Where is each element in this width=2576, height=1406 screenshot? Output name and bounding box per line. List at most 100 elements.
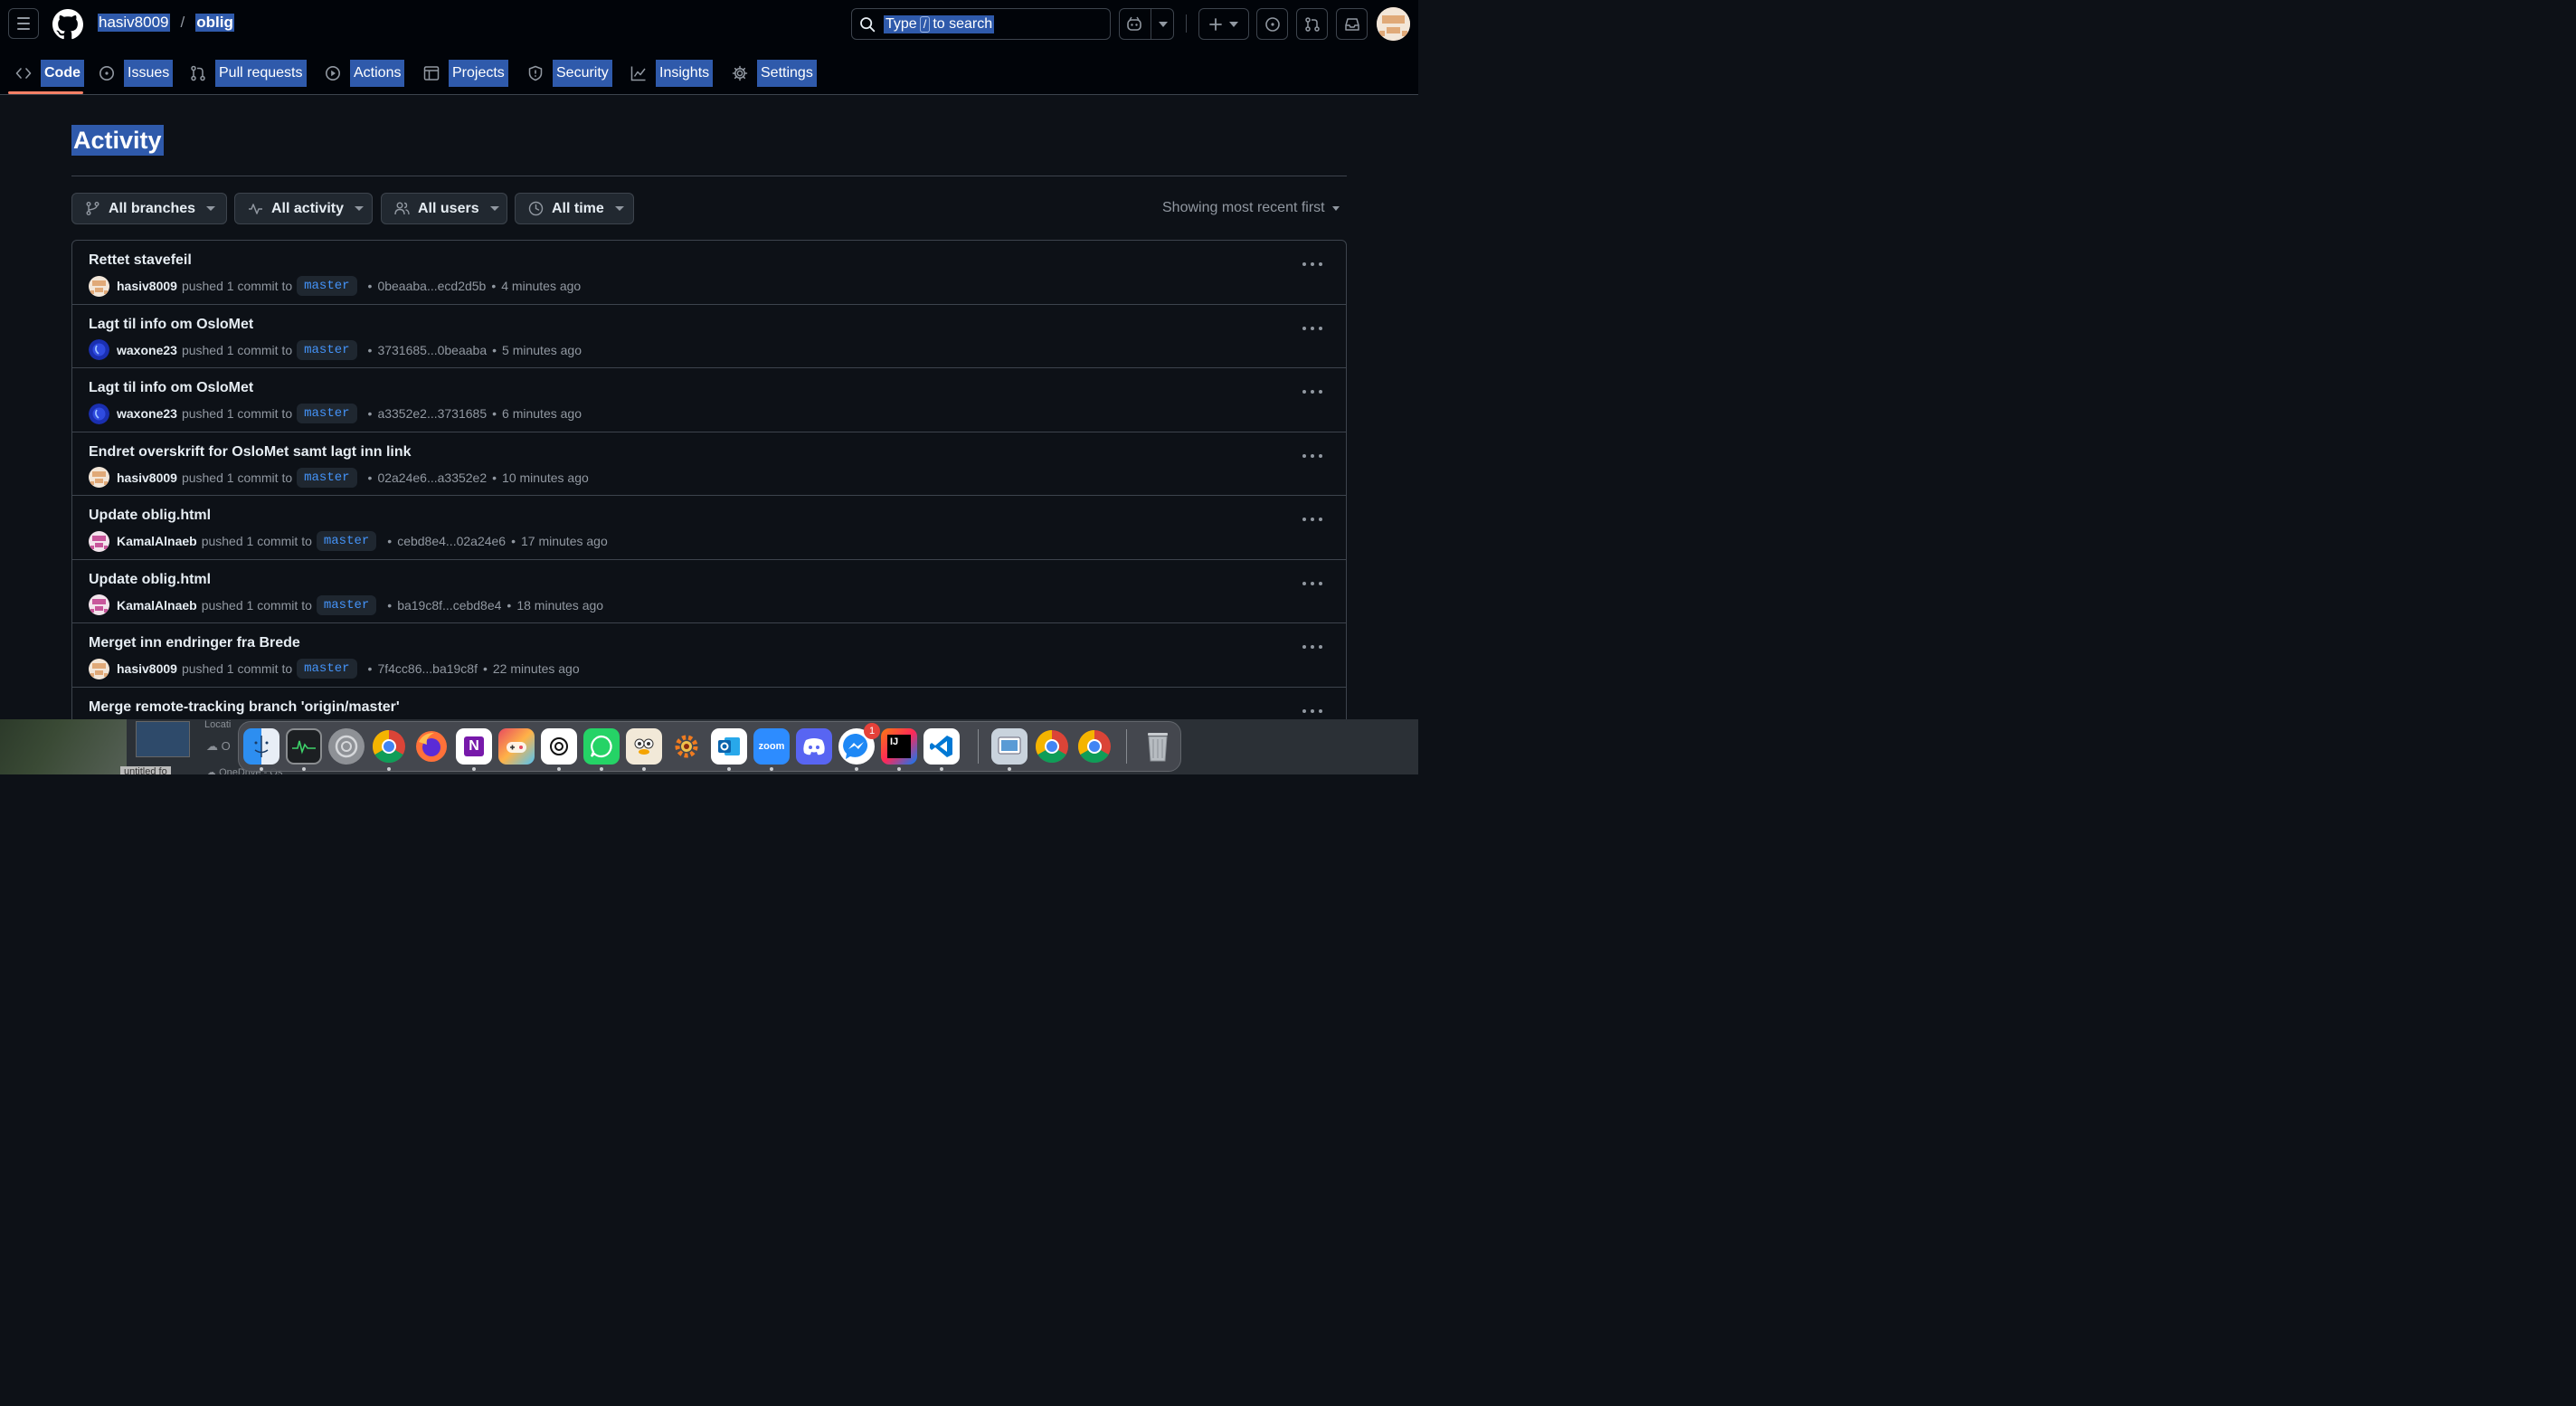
activity-user-link[interactable]: hasiv8009	[117, 661, 177, 676]
search-input[interactable]: Type / to search	[851, 8, 1111, 40]
create-new-button[interactable]	[1198, 8, 1249, 40]
avatar[interactable]	[89, 467, 109, 488]
avatar[interactable]	[89, 530, 109, 552]
sort-dropdown[interactable]: Showing most recent first	[1162, 200, 1340, 216]
kebab-menu-icon[interactable]	[1302, 704, 1322, 718]
breadcrumb-owner-link[interactable]: hasiv8009	[98, 14, 170, 32]
branch-label[interactable]: master	[297, 659, 357, 679]
activity-user-link[interactable]: waxone23	[117, 343, 177, 357]
branch-label[interactable]: master	[297, 467, 357, 488]
tab-actions[interactable]: Actions	[325, 60, 405, 87]
users-filter-dropdown[interactable]: All users	[381, 193, 507, 224]
finder-cloud-item[interactable]: ☁ O	[206, 739, 231, 754]
activity-title[interactable]: Endret overskrift for OsloMet samt lagt …	[89, 443, 412, 461]
user-avatar[interactable]	[1377, 7, 1410, 41]
disk-diag-icon[interactable]	[668, 728, 705, 765]
activity-row[interactable]: Endret overskrift for OsloMet samt lagt …	[72, 432, 1346, 496]
activity-filter-dropdown[interactable]: All activity	[234, 193, 373, 224]
kebab-menu-icon[interactable]	[1302, 449, 1322, 463]
firefox-icon[interactable]	[413, 728, 450, 765]
activity-title[interactable]: Merget inn endringer fra Brede	[89, 634, 300, 652]
avatar[interactable]	[89, 594, 109, 615]
desktop-file-thumbnail[interactable]	[136, 721, 190, 757]
tab-projects[interactable]: Projects	[423, 60, 508, 87]
issues-button[interactable]	[1256, 8, 1288, 40]
discord-icon[interactable]	[796, 728, 832, 765]
branch-label[interactable]: master	[297, 339, 357, 360]
games-icon[interactable]	[498, 728, 535, 765]
activity-row[interactable]: Rettet stavefeil hasiv8009 pushed 1 commit…	[72, 241, 1346, 305]
chrome-icon-3[interactable]	[1076, 728, 1113, 765]
tab-settings[interactable]: Settings	[732, 60, 817, 87]
commit-range-link[interactable]: 02a24e6...a3352e2	[377, 470, 487, 485]
whatsapp-icon[interactable]	[583, 728, 620, 765]
branch-label[interactable]: master	[316, 594, 377, 615]
trash-icon[interactable]	[1140, 728, 1176, 765]
chrome-icon[interactable]	[371, 728, 407, 765]
activity-user-link[interactable]: hasiv8009	[117, 470, 177, 485]
messenger-icon[interactable]: 1	[838, 723, 880, 765]
tab-pull-requests[interactable]: Pull requests	[190, 60, 307, 87]
commit-range-link[interactable]: ba19c8f...cebd8e4	[397, 598, 501, 613]
avatar[interactable]	[89, 658, 109, 679]
cyberduck-icon[interactable]	[626, 728, 662, 765]
time-filter-dropdown[interactable]: All time	[515, 193, 634, 224]
activity-row[interactable]: Update oblig.html KamalAlnaeb pushed 1 com…	[72, 496, 1346, 560]
kebab-menu-icon[interactable]	[1302, 321, 1322, 336]
activity-user-link[interactable]: hasiv8009	[117, 279, 177, 293]
activity-title[interactable]: Lagt til info om OsloMet	[89, 379, 253, 397]
activity-title[interactable]: Update oblig.html	[89, 571, 211, 589]
vscode-icon[interactable]	[923, 728, 960, 765]
tab-code[interactable]: Code	[15, 60, 84, 87]
activity-row[interactable]: Update oblig.html KamalAlnaeb pushed 1 com…	[72, 560, 1346, 623]
copilot-menu-button[interactable]	[1119, 8, 1174, 40]
onenote-icon[interactable]: N	[456, 728, 492, 765]
activity-monitor-icon[interactable]	[286, 728, 322, 765]
branch-label[interactable]: master	[297, 276, 357, 296]
menu-button[interactable]	[8, 8, 39, 39]
activity-user-link[interactable]: KamalAlnaeb	[117, 534, 197, 548]
branch-label[interactable]: master	[316, 531, 377, 551]
chatgpt-icon[interactable]	[541, 728, 577, 765]
outlook-icon[interactable]	[711, 728, 747, 765]
avatar[interactable]	[89, 403, 109, 424]
kebab-menu-icon[interactable]	[1302, 257, 1322, 271]
kebab-menu-icon[interactable]	[1302, 640, 1322, 654]
activity-user-link[interactable]: waxone23	[117, 406, 177, 421]
system-settings-icon[interactable]	[328, 728, 365, 765]
activity-title[interactable]: Rettet stavefeil	[89, 252, 192, 270]
avatar[interactable]	[89, 339, 109, 360]
kebab-menu-icon[interactable]	[1302, 512, 1322, 527]
tab-issues[interactable]: Issues	[99, 60, 174, 87]
commit-range-link[interactable]: a3352e2...3731685	[377, 406, 487, 421]
commit-range-link[interactable]: 7f4cc86...ba19c8f	[377, 661, 478, 676]
avatar[interactable]	[89, 275, 109, 297]
desktop-file-label[interactable]: untitled fo	[120, 766, 171, 774]
breadcrumb-repo-link[interactable]: oblig	[195, 14, 234, 32]
commit-range-link[interactable]: 3731685...0beaaba	[377, 343, 487, 357]
branch-filter-dropdown[interactable]: All branches	[71, 193, 227, 224]
zoom-icon[interactable]: zoom	[753, 728, 790, 765]
commit-range-link[interactable]: cebd8e4...02a24e6	[397, 534, 506, 548]
commit-range-link[interactable]: 0beaaba...ecd2d5b	[377, 279, 486, 293]
pull-requests-button[interactable]	[1296, 8, 1328, 40]
activity-row[interactable]: Merget inn endringer fra Brede hasiv8009 p…	[72, 623, 1346, 688]
time-filter-label: All time	[552, 200, 604, 216]
activity-row[interactable]: Lagt til info om OsloMet waxone23 pushed 1…	[72, 368, 1346, 432]
intellij-icon[interactable]: IJ	[881, 728, 917, 765]
activity-title[interactable]: Update oblig.html	[89, 507, 211, 525]
chrome-icon-2[interactable]	[1034, 728, 1070, 765]
tab-insights[interactable]: Insights	[630, 60, 714, 87]
tab-security[interactable]: Security	[527, 60, 612, 87]
activity-row[interactable]: Lagt til info om OsloMet waxone23 pushed 1…	[72, 305, 1346, 368]
kebab-menu-icon[interactable]	[1302, 385, 1322, 399]
finder-icon[interactable]	[243, 728, 279, 765]
activity-title[interactable]: Lagt til info om OsloMet	[89, 316, 253, 334]
kebab-menu-icon[interactable]	[1302, 576, 1322, 591]
activity-user-link[interactable]: KamalAlnaeb	[117, 598, 197, 613]
inbox-button[interactable]	[1336, 8, 1368, 40]
activity-title[interactable]: Merge remote-tracking branch 'origin/mas…	[89, 698, 400, 717]
preview-icon[interactable]	[991, 728, 1028, 765]
branch-label[interactable]: master	[297, 404, 357, 423]
github-logo-icon[interactable]	[52, 9, 83, 40]
